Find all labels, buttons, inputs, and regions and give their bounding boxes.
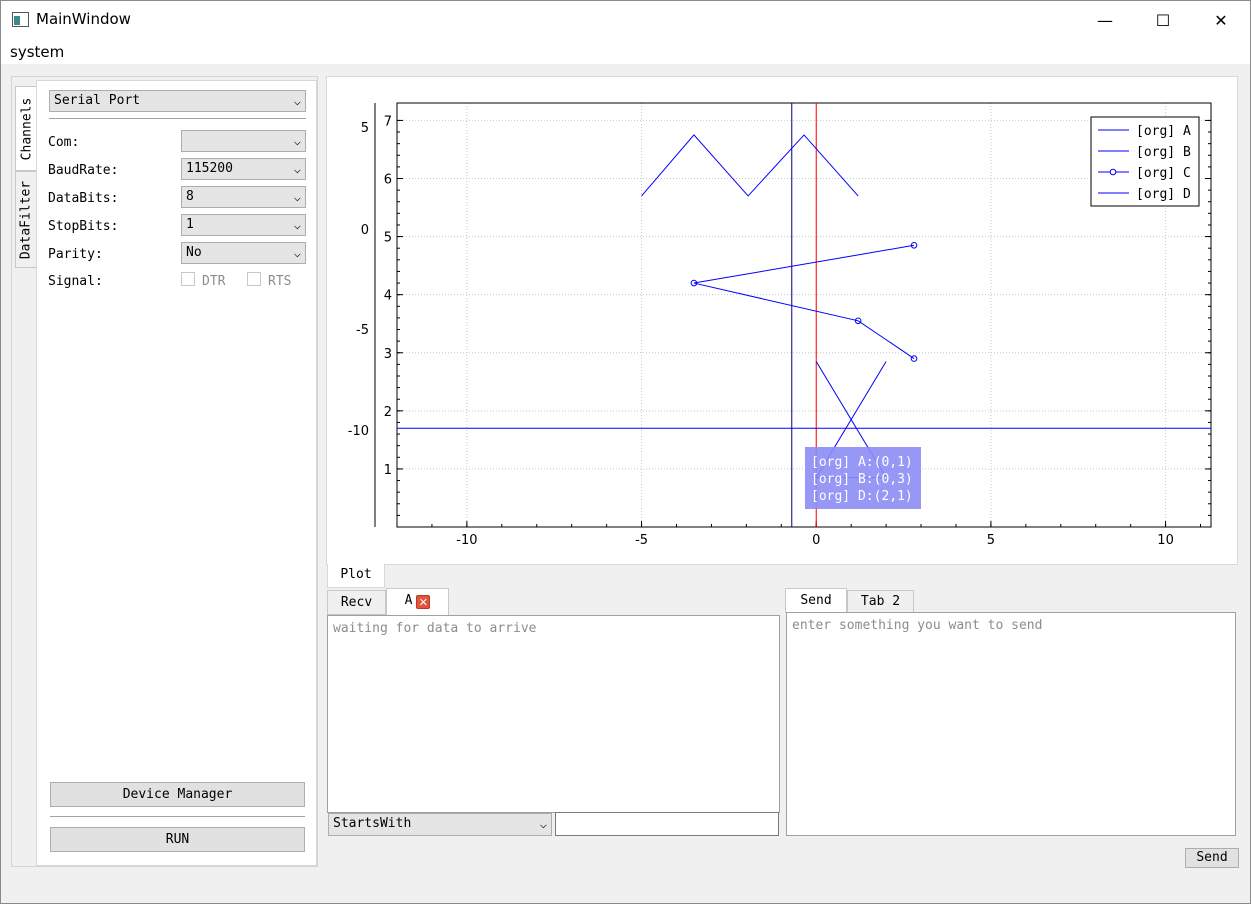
parity-select[interactable]: No ⌵: [181, 242, 306, 264]
main-window: MainWindow — ☐ ✕ system Channels DataFil…: [0, 0, 1251, 904]
channels-panel: Serial Port ⌵ Com: ⌵ BaudRate: 115200 ⌵ …: [36, 80, 317, 866]
tab-send[interactable]: Send: [785, 588, 847, 613]
close-window-button[interactable]: ✕: [1192, 1, 1250, 39]
divider: [50, 816, 305, 817]
dtr-checkbox[interactable]: [181, 272, 195, 286]
port-type-value: Serial Port: [54, 93, 141, 108]
divider: [49, 118, 306, 119]
recv-textarea[interactable]: waiting for data to arrive: [327, 615, 780, 813]
tab-tab2[interactable]: Tab 2: [847, 590, 914, 613]
tooltip-line: [org] A:(0,1): [811, 455, 913, 470]
chevron-down-icon: ⌵: [293, 162, 301, 176]
tab-plot[interactable]: Plot: [327, 564, 385, 588]
minimize-button[interactable]: —: [1076, 1, 1134, 39]
baudrate-select[interactable]: 115200 ⌵: [181, 158, 306, 180]
chevron-down-icon: ⌵: [293, 218, 301, 232]
databits-value: 8: [186, 189, 194, 204]
tab-channels[interactable]: Channels: [15, 86, 37, 171]
menu-bar: system: [1, 39, 1250, 64]
window-title: MainWindow: [36, 10, 131, 28]
x-tick-label: 10: [1157, 533, 1174, 548]
y-tick-label: 2: [384, 405, 392, 420]
chevron-down-icon: ⌵: [293, 246, 301, 260]
port-type-select[interactable]: Serial Port ⌵: [49, 90, 306, 112]
y-tick-label: 4: [384, 289, 392, 304]
y-tick-label: 5: [384, 231, 392, 246]
menu-system[interactable]: system: [10, 43, 64, 61]
send-textarea[interactable]: enter something you want to send: [786, 612, 1236, 836]
legend-label: [org] C: [1136, 166, 1191, 181]
y-tick-label: 3: [384, 347, 392, 362]
plot-canvas[interactable]: -10 -5 0 5 10123456750-5-10[org] A[org] B[or…: [327, 77, 1237, 564]
series-line: [693, 244, 915, 359]
tab-channels-label: Channels: [19, 97, 34, 160]
stopbits-label: StopBits:: [48, 219, 119, 234]
com-label: Com:: [48, 135, 80, 150]
send-placeholder: enter something you want to send: [792, 618, 1043, 633]
stopbits-value: 1: [186, 217, 194, 232]
x-tick-label: 5: [987, 533, 995, 548]
filter-mode-select[interactable]: StartsWith ⌵: [328, 813, 552, 836]
y2-tick-label: 5: [361, 121, 369, 136]
rts-label: RTS: [268, 274, 292, 289]
minimize-icon: —: [1097, 10, 1113, 30]
baudrate-value: 115200: [186, 161, 233, 176]
rts-checkbox[interactable]: [247, 272, 261, 286]
y2-tick-label: -5: [356, 323, 369, 338]
x-tick-label: -10: [456, 533, 477, 548]
tab-datafilter[interactable]: DataFilter: [15, 171, 37, 268]
x-tick-label: -5: [635, 533, 648, 548]
signal-label: Signal:: [48, 274, 103, 289]
legend-label: [org] A: [1136, 124, 1191, 139]
legend-marker: [1109, 168, 1117, 176]
tooltip-line: [org] D:(2,1): [811, 489, 913, 504]
y-tick-label: 1: [384, 463, 392, 478]
y2-tick-label: 0: [361, 223, 369, 238]
tab-recv[interactable]: Recv: [327, 590, 386, 615]
filter-text-input[interactable]: [555, 812, 779, 836]
y2-tick-label: -10: [348, 424, 369, 439]
chevron-down-icon: ⌵: [293, 134, 301, 148]
chevron-down-icon: ⌵: [293, 190, 301, 204]
recv-placeholder: waiting for data to arrive: [333, 621, 537, 636]
y-tick-label: 6: [384, 173, 392, 188]
legend-label: [org] D: [1136, 187, 1191, 202]
plot-axes-box: [396, 102, 1212, 528]
legend-label: [org] B: [1136, 145, 1191, 160]
com-select[interactable]: ⌵: [181, 130, 306, 152]
tab-a-label: A: [404, 593, 413, 608]
maximize-icon: ☐: [1155, 10, 1171, 30]
app-icon: [12, 12, 29, 27]
parity-value: No: [186, 245, 202, 260]
x-tick-label: 0: [812, 533, 820, 548]
channels-dock: Channels DataFilter Serial Port ⌵ Com: ⌵…: [11, 76, 318, 867]
tab-a[interactable]: A ✕: [386, 588, 449, 616]
tab-datafilter-label: DataFilter: [18, 180, 34, 259]
chevron-down-icon: ⌵: [293, 94, 301, 108]
databits-label: DataBits:: [48, 191, 119, 206]
device-manager-button[interactable]: Device Manager: [50, 782, 305, 807]
dtr-label: DTR: [202, 274, 226, 289]
close-tab-icon[interactable]: ✕: [416, 595, 431, 609]
baudrate-label: BaudRate:: [48, 163, 119, 178]
send-button[interactable]: Send: [1185, 848, 1239, 868]
series-line: [641, 134, 859, 197]
chevron-down-icon: ⌵: [539, 817, 547, 831]
stopbits-select[interactable]: 1 ⌵: [181, 214, 306, 236]
y-tick-label: 7: [384, 114, 392, 129]
filter-mode-value: StartsWith: [333, 816, 412, 831]
title-bar: MainWindow — ☐ ✕: [1, 1, 1250, 39]
plot-panel: -10 -5 0 5 10 1 2 3 4 5 6 7 5 0 -5 -10 [org] A [org] B [or…: [326, 76, 1238, 565]
run-button[interactable]: RUN: [50, 827, 305, 852]
databits-select[interactable]: 8 ⌵: [181, 186, 306, 208]
maximize-button[interactable]: ☐: [1134, 1, 1192, 39]
parity-label: Parity:: [48, 247, 103, 262]
close-icon: ✕: [1214, 10, 1228, 30]
tooltip-line: [org] B:(0,3): [811, 472, 913, 487]
